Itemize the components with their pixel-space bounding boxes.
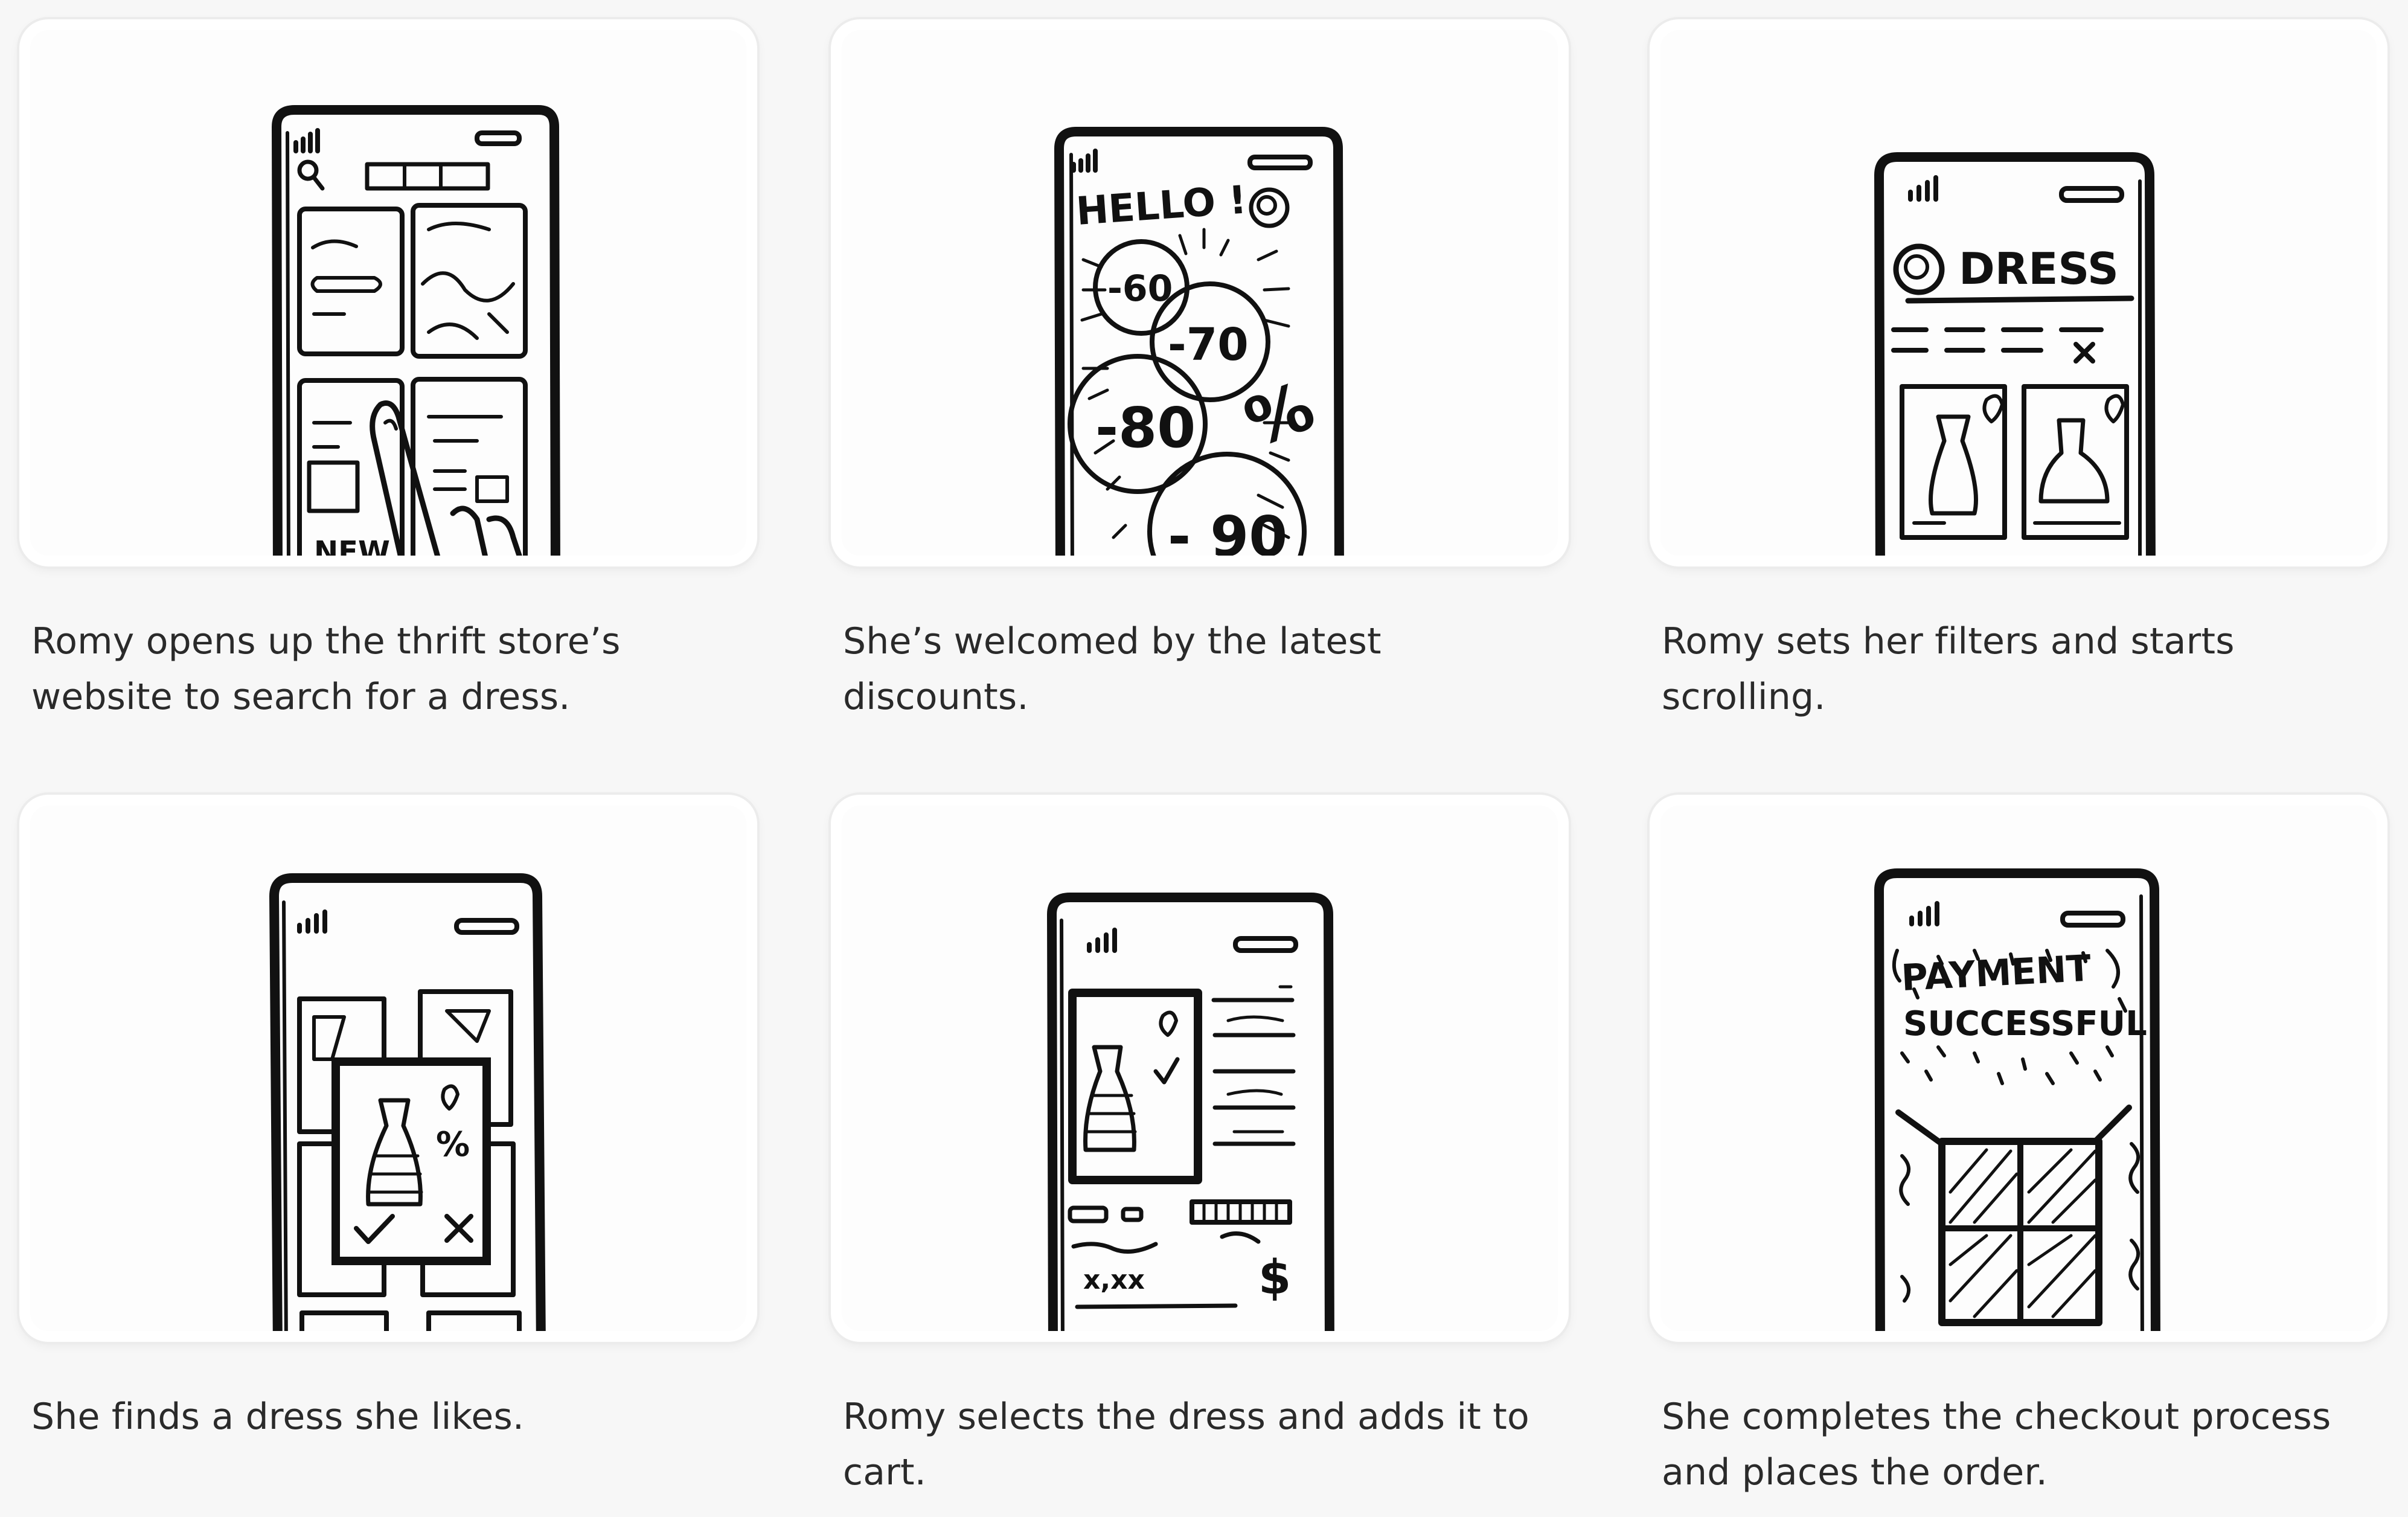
storyboard-frame-2: HELLO ! -60 -70 -80 - 90 % [831,19,1569,566]
storyboard-frame-3: DRESS [1650,19,2387,566]
frame-caption-2: She’s welcomed by the latest discounts. [843,620,1382,718]
svg-text:SUCCESSFUL: SUCCESSFUL [1903,1004,2147,1044]
phone-payment-icon: PAYMENT SUCCESSFUL [1874,868,2160,1331]
svg-text:x,xx: x,xx [1083,1265,1145,1295]
phone-discounts-icon: HELLO ! -60 -70 -80 - 90 % [1054,127,1344,556]
svg-text:$: $ [1258,1251,1291,1305]
frame-caption-3: Romy sets her filters and starts scrolli… [1662,620,2235,718]
svg-text:- 90: - 90 [1168,504,1287,556]
frame-caption-1: Romy opens up the thrift store’s website… [31,620,621,718]
phone-home-icon: NEW [272,105,560,556]
storyboard-frame-5: x,xx $ [831,795,1569,1342]
storyboard-frame-6: PAYMENT SUCCESSFUL [1650,795,2387,1342]
svg-text:DRESS: DRESS [1959,243,2119,294]
svg-text:%: % [1235,367,1324,463]
svg-text:HELLO !: HELLO ! [1075,178,1248,234]
phone-product-icon: x,xx $ [1047,893,1334,1331]
storyboard-frame-4: % [19,795,757,1342]
svg-text:-70: -70 [1168,319,1249,371]
svg-text:PAYMENT: PAYMENT [1900,948,2092,999]
phone-dress-card-icon: % [269,873,546,1331]
frame-caption-5: Romy selects the dress and adds it to ca… [843,1396,1529,1493]
svg-text:NEW: NEW [314,535,390,556]
phone-filters-icon: DRESS [1874,152,2156,556]
svg-text:-80: -80 [1095,396,1196,460]
svg-text:%: % [436,1125,470,1164]
frame-caption-6: She completes the checkout process and p… [1662,1396,2331,1493]
frame-caption-4: She finds a dress she likes. [31,1396,525,1438]
svg-text:-60: -60 [1107,268,1173,310]
storyboard-frame-1: NEW [19,19,757,566]
